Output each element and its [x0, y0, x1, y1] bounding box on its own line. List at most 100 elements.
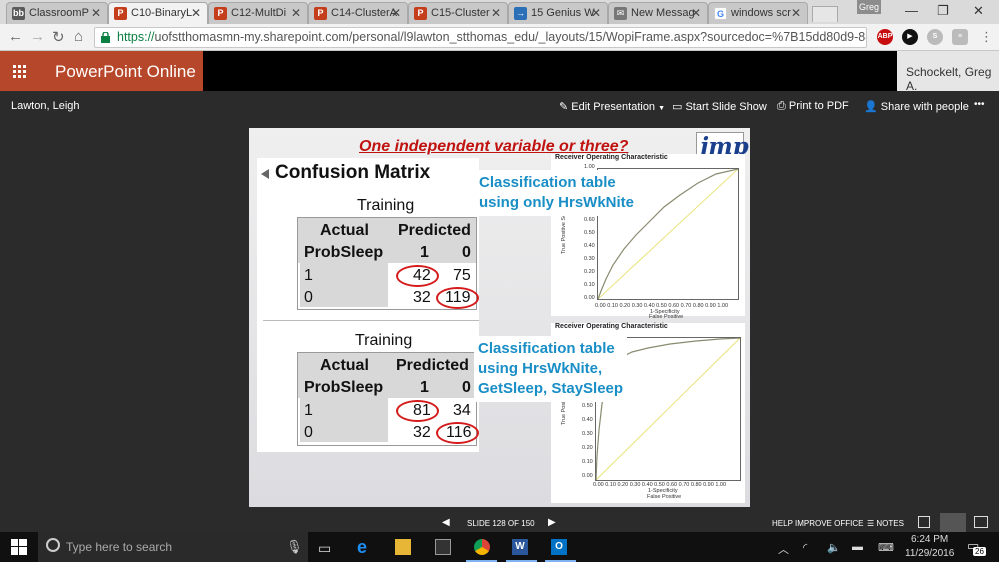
- normal-view-icon[interactable]: [918, 516, 930, 528]
- taskbar-search-input[interactable]: Type here to search 🎙: [38, 532, 308, 562]
- powerpoint-icon: P: [114, 7, 127, 20]
- store-icon[interactable]: [435, 539, 451, 555]
- forward-icon[interactable]: →: [30, 28, 45, 45]
- minimize-icon[interactable]: —: [905, 3, 918, 18]
- slideshow-view-icon[interactable]: [974, 516, 988, 528]
- url-input[interactable]: https://uofstthomasmn-my.sharepoint.com/…: [94, 27, 867, 48]
- adblock-icon[interactable]: ABP: [877, 29, 893, 45]
- reload-icon[interactable]: ↻: [52, 28, 65, 46]
- edit-presentation-button[interactable]: ✎ Edit Presentation ▼: [559, 100, 665, 113]
- y-tick: 0.10: [584, 282, 595, 288]
- powerpoint-icon: P: [314, 7, 327, 20]
- close-icon[interactable]: ✕: [291, 6, 301, 20]
- cell-value: 75: [453, 267, 471, 284]
- close-icon[interactable]: ✕: [591, 6, 601, 20]
- notes-button[interactable]: ☰ NOTES: [867, 519, 904, 528]
- close-icon[interactable]: ✕: [391, 6, 401, 20]
- edit-label: Edit Presentation: [571, 101, 656, 113]
- edge-icon[interactable]: e: [357, 537, 367, 558]
- disclosure-triangle-icon[interactable]: [261, 169, 269, 179]
- document-owner: Lawton, Leigh: [11, 100, 80, 112]
- x-axis-label-2: False Positive: [647, 494, 682, 500]
- share-button[interactable]: 👤 Share with people: [864, 100, 969, 113]
- browser-tab-0[interactable]: bb ClassroomP ✕: [6, 2, 108, 24]
- back-icon[interactable]: ←: [8, 28, 23, 45]
- outlook-icon[interactable]: O: [551, 539, 567, 555]
- callout-single-variable: Classification table using only HrsWkNit…: [475, 170, 639, 216]
- row-label: 0: [304, 424, 313, 441]
- keyboard-icon[interactable]: ⌨: [878, 541, 894, 554]
- play-icon[interactable]: ▶: [902, 29, 918, 45]
- clock-time[interactable]: 6:24 PM: [911, 534, 948, 545]
- show-hidden-icons-icon[interactable]: ︿: [778, 541, 789, 557]
- extension-icon[interactable]: ≡: [952, 29, 968, 45]
- start-slide-show-button[interactable]: ▭ Start Slide Show: [672, 100, 767, 113]
- app-name[interactable]: PowerPoint Online: [40, 51, 203, 91]
- browser-tab-5[interactable]: → 15 Genius W ✕: [508, 2, 608, 24]
- restore-icon[interactable]: ❐: [937, 3, 949, 19]
- reading-view-icon[interactable]: [940, 513, 966, 532]
- print-to-pdf-button[interactable]: ⎙ Print to PDF: [777, 100, 849, 113]
- search-placeholder: Type here to search: [66, 540, 173, 554]
- highlight-circle: [396, 400, 439, 422]
- close-icon[interactable]: ✕: [91, 6, 101, 20]
- browser-tab-3[interactable]: P C14-ClusterA ✕: [308, 2, 408, 24]
- row-label: 0: [304, 289, 313, 306]
- close-icon[interactable]: ✕: [691, 6, 701, 20]
- browser-tab-2[interactable]: P C12-MultDi ✕: [208, 2, 308, 24]
- chrome-icon[interactable]: [474, 539, 490, 555]
- confusion-table: Actual Predicted ProbSleep 1 0 1 81 34 0…: [297, 352, 479, 446]
- home-icon[interactable]: ⌂: [74, 28, 83, 45]
- x-axis-label-2: False Positive: [649, 314, 684, 320]
- new-tab-button[interactable]: [812, 6, 838, 22]
- y-tick: 0.40: [584, 243, 595, 249]
- app-launcher-button[interactable]: [0, 51, 40, 91]
- close-window-icon[interactable]: ✕: [973, 3, 984, 19]
- pdf-label: Print to PDF: [788, 100, 849, 112]
- tab-label: 15 Genius W: [531, 7, 595, 19]
- close-icon[interactable]: ✕: [191, 6, 201, 20]
- task-view-icon[interactable]: ▭: [318, 540, 331, 557]
- header-actual: Actual: [320, 222, 369, 239]
- next-slide-icon[interactable]: ▶: [548, 517, 556, 528]
- close-icon[interactable]: ✕: [791, 6, 801, 20]
- skype-icon[interactable]: S: [927, 29, 943, 45]
- menu-icon[interactable]: ⋮: [980, 29, 993, 45]
- roc-title: Receiver Operating Characteristic: [555, 323, 668, 330]
- header-probsleep: ProbSleep: [304, 379, 384, 396]
- slide-counter: SLIDE 128 OF 150: [467, 519, 535, 528]
- table-caption: Training: [355, 332, 413, 349]
- word-icon[interactable]: W: [512, 539, 528, 555]
- browser-tab-strip: bb ClassroomP ✕ P C10-BinaryL ✕ P C12-Mu…: [0, 0, 999, 24]
- volume-icon[interactable]: 🔈: [827, 541, 841, 554]
- previous-slide-icon[interactable]: ◀: [442, 517, 450, 528]
- more-options-icon[interactable]: •••: [974, 99, 985, 110]
- user-account[interactable]: Schockelt, Greg A.: [897, 51, 999, 93]
- close-icon[interactable]: ✕: [491, 6, 501, 20]
- row-label: 1: [304, 267, 313, 284]
- wifi-icon[interactable]: ◜: [803, 541, 807, 554]
- file-explorer-icon[interactable]: [395, 539, 411, 555]
- status-bar: ◀ SLIDE 128 OF 150 ▶ HELP IMPROVE OFFICE…: [0, 513, 999, 532]
- browser-tab-4[interactable]: P C15-Cluster ✕: [408, 2, 508, 24]
- tab-label: C12-MultDi: [231, 7, 287, 19]
- windows-start-icon[interactable]: [11, 539, 27, 555]
- y-tick: 0.20: [582, 445, 593, 451]
- battery-icon[interactable]: ▬: [852, 541, 863, 553]
- microphone-icon[interactable]: 🎙: [286, 539, 303, 555]
- help-improve-office-link[interactable]: HELP IMPROVE OFFICE: [772, 519, 863, 528]
- browser-tab-6[interactable]: ✉ New Messag ✕: [608, 2, 708, 24]
- table-rowlabel-bg: [300, 398, 388, 442]
- profile-badge[interactable]: Greg: [857, 0, 881, 14]
- table-caption: Training: [357, 197, 415, 214]
- slideshow-label: Start Slide Show: [685, 101, 767, 113]
- clock-date[interactable]: 11/29/2016: [905, 548, 954, 559]
- tab-label: C15-Cluster: [431, 7, 490, 19]
- browser-tab-1[interactable]: P C10-BinaryL ✕: [108, 2, 208, 24]
- notes-icon: ☰: [867, 519, 875, 528]
- divider: [263, 320, 479, 321]
- confusion-matrix-panel: Confusion Matrix Training Actual Predict…: [257, 158, 479, 452]
- y-tick: 0.00: [582, 473, 593, 479]
- browser-tab-7[interactable]: G windows scr ✕: [708, 2, 808, 24]
- y-tick: 0.50: [584, 230, 595, 236]
